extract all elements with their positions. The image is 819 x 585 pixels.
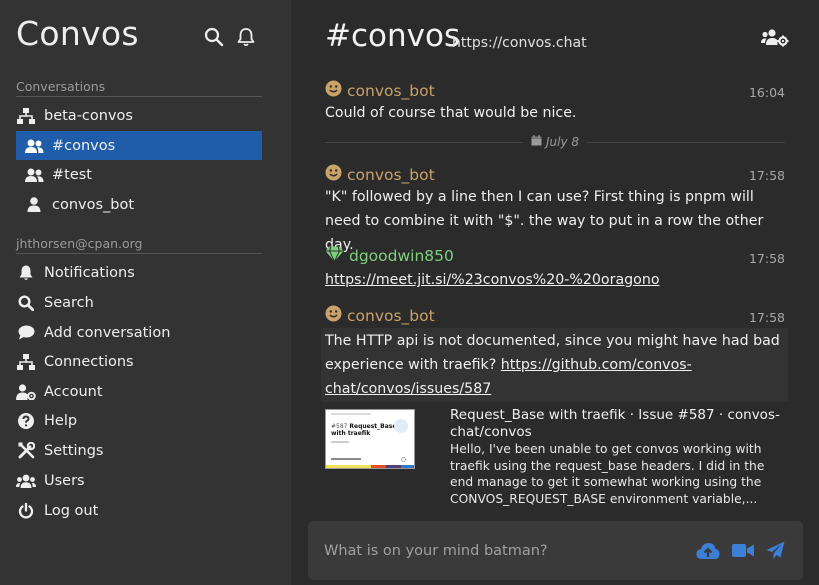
- divider: [16, 253, 262, 254]
- users-icon: [24, 138, 44, 154]
- sidebar: Convos Conversations beta-convos #convos…: [0, 0, 291, 585]
- sidebar-item-settings[interactable]: Settings: [16, 436, 262, 465]
- search-icon[interactable]: [204, 27, 224, 47]
- sidebar-item-label: Help: [44, 412, 78, 429]
- message-text: https://meet.jit.si/%23convos%20-%20orag…: [325, 268, 785, 292]
- sidebar-item-test[interactable]: #test: [16, 160, 262, 189]
- conversation-pane: #convos https://convos.chat convos_bot 1…: [291, 0, 819, 585]
- channel-title: #convos: [325, 18, 461, 54]
- sidebar-item-help[interactable]: Help: [16, 406, 262, 435]
- sidebar-item-users[interactable]: Users: [16, 466, 262, 495]
- gem-icon: [325, 246, 344, 266]
- sidebar-header-actions: [204, 27, 256, 47]
- app-logo-title[interactable]: Convos: [16, 14, 139, 53]
- users-icon: [16, 473, 36, 489]
- sidebar-item-label: Connections: [44, 353, 134, 370]
- sidebar-item-convos[interactable]: #convos: [16, 131, 262, 160]
- composer-actions: [696, 541, 785, 564]
- send-icon[interactable]: [766, 541, 785, 564]
- network-icon: [16, 353, 36, 370]
- sidebar-item-search[interactable]: Search: [16, 288, 262, 317]
- message-link[interactable]: https://meet.jit.si/%23convos%20-%20orag…: [325, 272, 660, 288]
- video-icon[interactable]: [732, 543, 754, 562]
- sidebar-item-label: Add conversation: [44, 324, 171, 341]
- smile-icon: [325, 164, 342, 185]
- sidebar-item-connections[interactable]: Connections: [16, 347, 262, 376]
- date-separator: July 8: [325, 133, 785, 151]
- message-nick[interactable]: convos_bot: [347, 307, 435, 325]
- network-icon: [16, 107, 36, 124]
- user-cog-icon: [16, 383, 36, 400]
- channel-topic: https://convos.chat: [452, 35, 587, 51]
- comment-icon: [16, 325, 36, 341]
- sidebar-item-account[interactable]: Account: [16, 377, 262, 406]
- preview-thumbnail: #587 Request_Base with traefik: [325, 409, 415, 469]
- question-icon: [16, 412, 36, 429]
- smile-icon: [325, 80, 342, 101]
- sidebar-item-label: #test: [52, 166, 92, 183]
- smile-icon: [325, 305, 342, 326]
- message-header: convos_bot: [325, 305, 435, 326]
- message-nick[interactable]: convos_bot: [347, 166, 435, 184]
- message-header: convos_bot: [325, 80, 435, 101]
- conversations-heading: Conversations: [16, 79, 106, 94]
- preview-title[interactable]: Request_Base with traefik · Issue #587 ·…: [450, 407, 780, 441]
- sidebar-item-label: Log out: [44, 502, 99, 519]
- bell-icon[interactable]: [236, 27, 256, 47]
- sidebar-item-label: Search: [44, 294, 94, 311]
- sidebar-item-label: Account: [44, 383, 103, 400]
- users-cog-icon[interactable]: [761, 28, 789, 52]
- message-time: 16:04: [748, 85, 785, 100]
- message-time: 17:58: [748, 251, 785, 266]
- preview-thumb-issue: #587: [331, 423, 348, 430]
- message-composer: [308, 521, 803, 580]
- user-icon: [24, 197, 44, 213]
- search-icon: [16, 294, 36, 311]
- message-time: 17:58: [748, 310, 785, 325]
- sidebar-item-label: convos_bot: [52, 196, 135, 213]
- sidebar-item-label: #convos: [52, 137, 116, 154]
- account-heading: jhthorsen@cpan.org: [16, 236, 143, 251]
- link-preview[interactable]: #587 Request_Base with traefik Request_B…: [325, 407, 785, 507]
- message-text: The HTTP api is not documented, since yo…: [325, 329, 785, 401]
- message-time: 17:58: [748, 168, 785, 183]
- sidebar-item-label: Notifications: [44, 264, 135, 281]
- sidebar-item-label: Settings: [44, 442, 104, 459]
- message-input[interactable]: [324, 521, 684, 580]
- message-text: Could of course that would be nice.: [325, 105, 577, 121]
- sidebar-item-convos-bot[interactable]: convos_bot: [16, 190, 262, 219]
- users-icon: [24, 167, 44, 183]
- preview-description: Hello, I've been unable to get convos wo…: [450, 442, 765, 506]
- sidebar-item-add-conversation[interactable]: Add conversation: [16, 318, 262, 347]
- date-label: July 8: [545, 135, 580, 149]
- divider: [16, 96, 262, 97]
- sidebar-item-beta-convos[interactable]: beta-convos: [16, 101, 262, 130]
- cloud-upload-icon[interactable]: [696, 542, 720, 564]
- bell-icon: [16, 265, 36, 281]
- sidebar-item-label: Users: [44, 472, 85, 489]
- message-header: dgoodwin850: [325, 246, 454, 266]
- message-header: convos_bot: [325, 164, 435, 185]
- tools-icon: [16, 442, 36, 459]
- message-nick[interactable]: dgoodwin850: [349, 247, 454, 265]
- power-icon: [16, 502, 36, 519]
- message-nick[interactable]: convos_bot: [347, 82, 435, 100]
- sidebar-item-label: beta-convos: [44, 107, 133, 124]
- sidebar-item-notifications[interactable]: Notifications: [16, 258, 262, 287]
- calendar-icon: [531, 135, 542, 149]
- sidebar-item-log-out[interactable]: Log out: [16, 496, 262, 525]
